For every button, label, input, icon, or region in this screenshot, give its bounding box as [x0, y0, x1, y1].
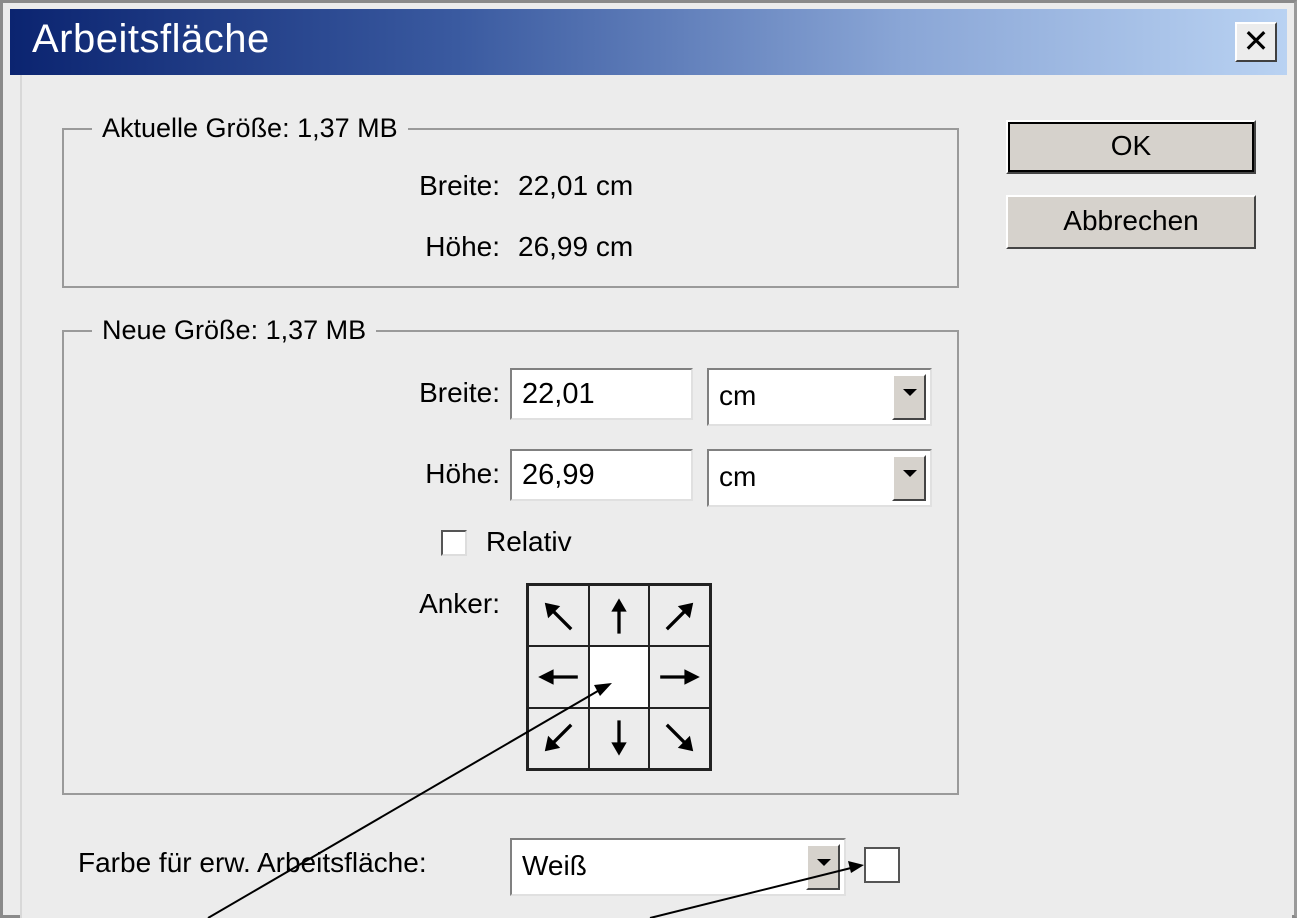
annotation-arrowhead-anchor — [594, 683, 612, 696]
annotation-arrowhead-swatch — [848, 861, 864, 873]
annotation-arrow-line-anchor — [207, 687, 604, 918]
annotation-arrow-line-swatch — [649, 866, 856, 918]
annotation-arrows — [207, 683, 864, 918]
